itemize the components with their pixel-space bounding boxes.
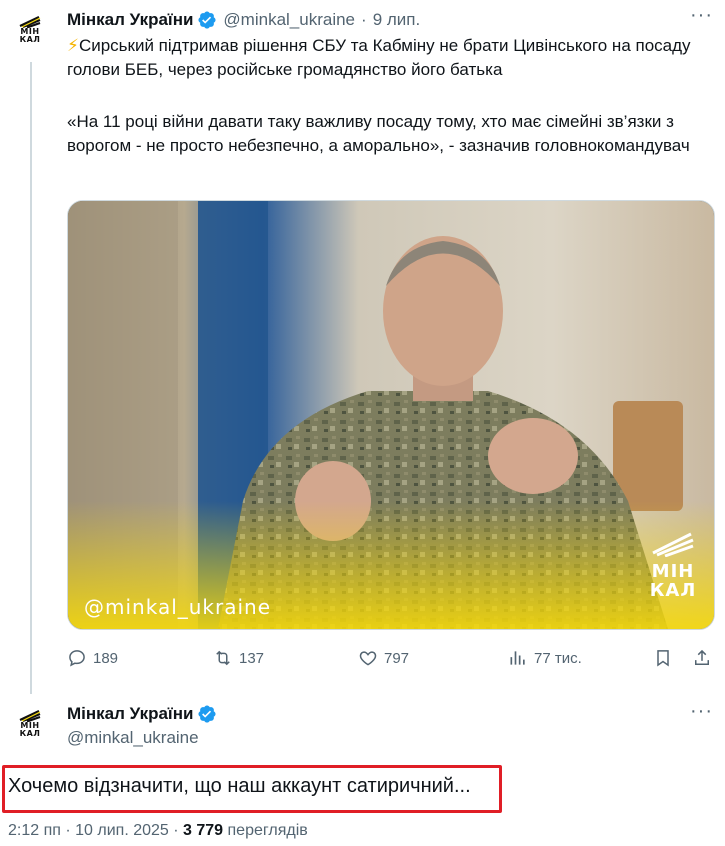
reply-handle[interactable]: @minkal_ukraine [67, 728, 199, 748]
retweet-button[interactable]: 137 [213, 648, 264, 668]
author-name[interactable]: Мінкал України [67, 10, 193, 30]
like-icon [359, 651, 377, 666]
avatar-logo-icon [19, 710, 41, 722]
avatar-logo-text-2: КАЛ [19, 35, 41, 44]
verified-badge-icon [198, 705, 216, 723]
views-icon [510, 651, 525, 665]
image-logo-icon [652, 532, 694, 558]
avatar-logo-text-2: КАЛ [19, 729, 41, 738]
reply-more-icon[interactable]: ··· [690, 700, 713, 723]
tweet-photo [68, 201, 714, 629]
tweet-image[interactable]: @minkal_ukraine МІН КАЛ [67, 200, 715, 630]
separator-dot: · [361, 10, 367, 29]
reply-views-label: переглядів [223, 822, 308, 839]
like-count: 797 [384, 649, 410, 667]
views-count: 77 тис. [534, 649, 582, 667]
reply-button[interactable]: 189 [67, 648, 118, 668]
bookmark-icon [657, 650, 669, 667]
bookmark-button[interactable] [653, 648, 673, 668]
tweet-date[interactable]: 9 лип. [373, 10, 421, 30]
reply-view-count: 3 779 [183, 822, 224, 839]
tweet-text: ⚡Сирський підтримав рішення СБУ та Кабмі… [67, 34, 715, 82]
thread-line [30, 62, 32, 694]
retweet-count: 137 [239, 649, 265, 667]
more-icon[interactable]: ··· [690, 4, 713, 27]
avatar-logo-icon [19, 16, 41, 28]
reply-header: Мінкал України [67, 702, 217, 726]
image-watermark: @minkal_ukraine [84, 595, 272, 619]
tweet-line-1: Сирський підтримав рішення СБУ та Кабмін… [67, 36, 696, 79]
reply-timestamp[interactable]: 2:12 пп · 10 лип. 2025 · [8, 822, 183, 839]
lightning-emoji: ⚡ [67, 36, 79, 55]
image-logo-text-2: КАЛ [649, 580, 697, 601]
image-logo-text-1: МІН [651, 561, 695, 582]
reply-meta: 2:12 пп · 10 лип. 2025 · 3 779 перегляді… [8, 822, 308, 840]
author-handle[interactable]: @minkal_ukraine [223, 10, 355, 30]
views-button[interactable]: 77 тис. [508, 648, 582, 668]
image-logo: МІН КАЛ [648, 531, 698, 600]
verified-badge-icon [198, 11, 216, 29]
reply-icon [69, 650, 85, 667]
reply-avatar[interactable]: МІН КАЛ [10, 704, 50, 744]
share-button[interactable] [692, 648, 712, 668]
share-icon [695, 649, 709, 665]
tweet-quote: «На 11 році війни давати таку важливу по… [67, 112, 690, 155]
tweet-header: Мінкал України @minkal_ukraine · 9 лип. [67, 8, 420, 32]
reply-text: Хочемо відзначити, що наш аккаунт сатири… [8, 775, 471, 797]
retweet-icon [216, 650, 230, 666]
avatar[interactable]: МІН КАЛ [10, 10, 50, 50]
reply-count: 189 [93, 649, 119, 667]
reply-author-name[interactable]: Мінкал України [67, 704, 193, 724]
like-button[interactable]: 797 [358, 648, 409, 668]
